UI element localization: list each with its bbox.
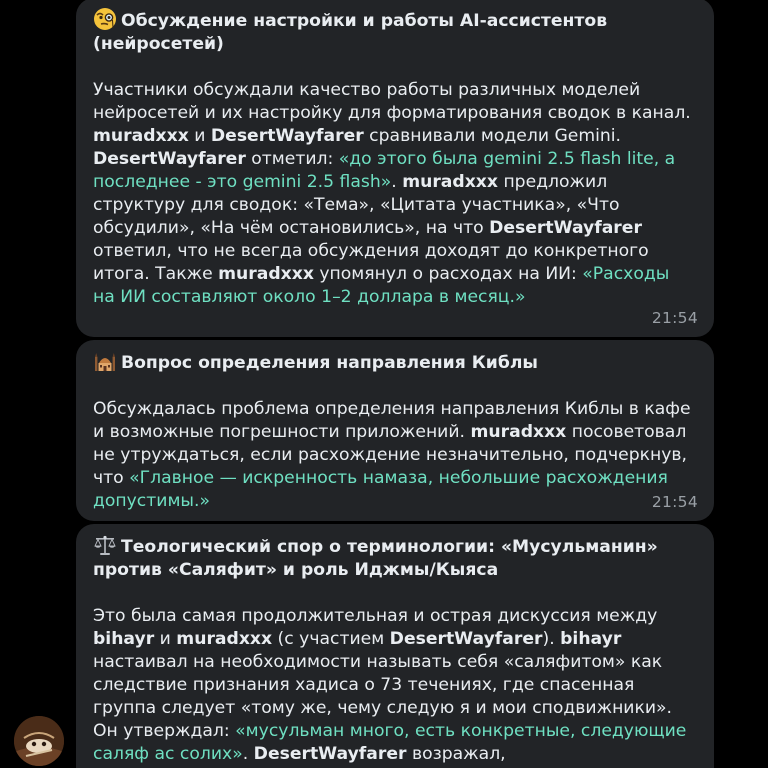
body-text: Участники обсуждали качество работы разл… bbox=[93, 80, 691, 123]
message-body: Это была самая продолжительная и острая … bbox=[93, 605, 696, 766]
username-mention: muradxxx bbox=[470, 422, 567, 442]
body-text: . bbox=[242, 744, 254, 764]
message-time: 21:54 bbox=[651, 493, 698, 511]
message-title-text: Теологический спор о терминологии: «Мусу… bbox=[93, 537, 658, 580]
message-bubble[interactable]: Вопрос определения направления Киблы Обс… bbox=[76, 340, 714, 521]
username-mention: muradxxx bbox=[218, 264, 314, 284]
chat-view: Обсуждение настройки и работы AI-ассисте… bbox=[0, 0, 768, 768]
body-text: ). bbox=[542, 629, 561, 649]
message-body: Участники обсуждали качество работы разл… bbox=[93, 79, 696, 309]
body-text: Это была самая продолжительная и острая … bbox=[93, 606, 658, 626]
username-mention: bihayr bbox=[93, 629, 155, 649]
message-body: Обсуждалась проблема определения направл… bbox=[93, 398, 696, 513]
username-mention: DesertWayfarer bbox=[210, 126, 364, 146]
username-mention: DesertWayfarer bbox=[253, 744, 407, 764]
username-mention: DesertWayfarer bbox=[93, 149, 246, 169]
body-text: . bbox=[391, 172, 403, 192]
username-mention: muradxxx bbox=[93, 126, 189, 146]
body-text: и bbox=[154, 629, 177, 649]
message-time: 21:54 bbox=[651, 309, 698, 327]
message-title: Обсуждение настройки и работы AI-ассисте… bbox=[93, 7, 696, 56]
username-mention: DesertWayfarer bbox=[389, 629, 543, 649]
body-text: и bbox=[188, 126, 211, 146]
avatar[interactable] bbox=[14, 716, 64, 766]
user-avatar-icon bbox=[14, 716, 64, 766]
username-mention: muradxxx bbox=[176, 629, 273, 649]
username-mention: bihayr bbox=[560, 629, 622, 649]
body-text: сравнивали модели Gemini. bbox=[363, 126, 621, 146]
quote-text: «Главное — искренность намаза, небольшие… bbox=[93, 468, 668, 511]
face-with-monocle-icon bbox=[93, 7, 117, 31]
body-text: отметил: bbox=[245, 149, 339, 169]
message-title: Вопрос определения направления Киблы bbox=[93, 349, 696, 375]
body-text: упомянул о расходах на ИИ: bbox=[313, 264, 583, 284]
username-mention: muradxxx bbox=[402, 172, 498, 192]
mosque-icon bbox=[93, 349, 117, 373]
message-title-text: Обсуждение настройки и работы AI-ассисте… bbox=[93, 11, 608, 54]
message-title-text: Вопрос определения направления Киблы bbox=[121, 353, 538, 373]
message-title: Теологический спор о терминологии: «Мусу… bbox=[93, 533, 696, 582]
message-bubble[interactable]: Теологический спор о терминологии: «Мусу… bbox=[76, 524, 714, 768]
message-bubble[interactable]: Обсуждение настройки и работы AI-ассисте… bbox=[76, 0, 714, 337]
body-text: (с участием bbox=[272, 629, 390, 649]
balance-scale-icon bbox=[93, 533, 117, 557]
body-text: возражал, bbox=[406, 744, 506, 764]
username-mention: DesertWayfarer bbox=[489, 218, 642, 238]
